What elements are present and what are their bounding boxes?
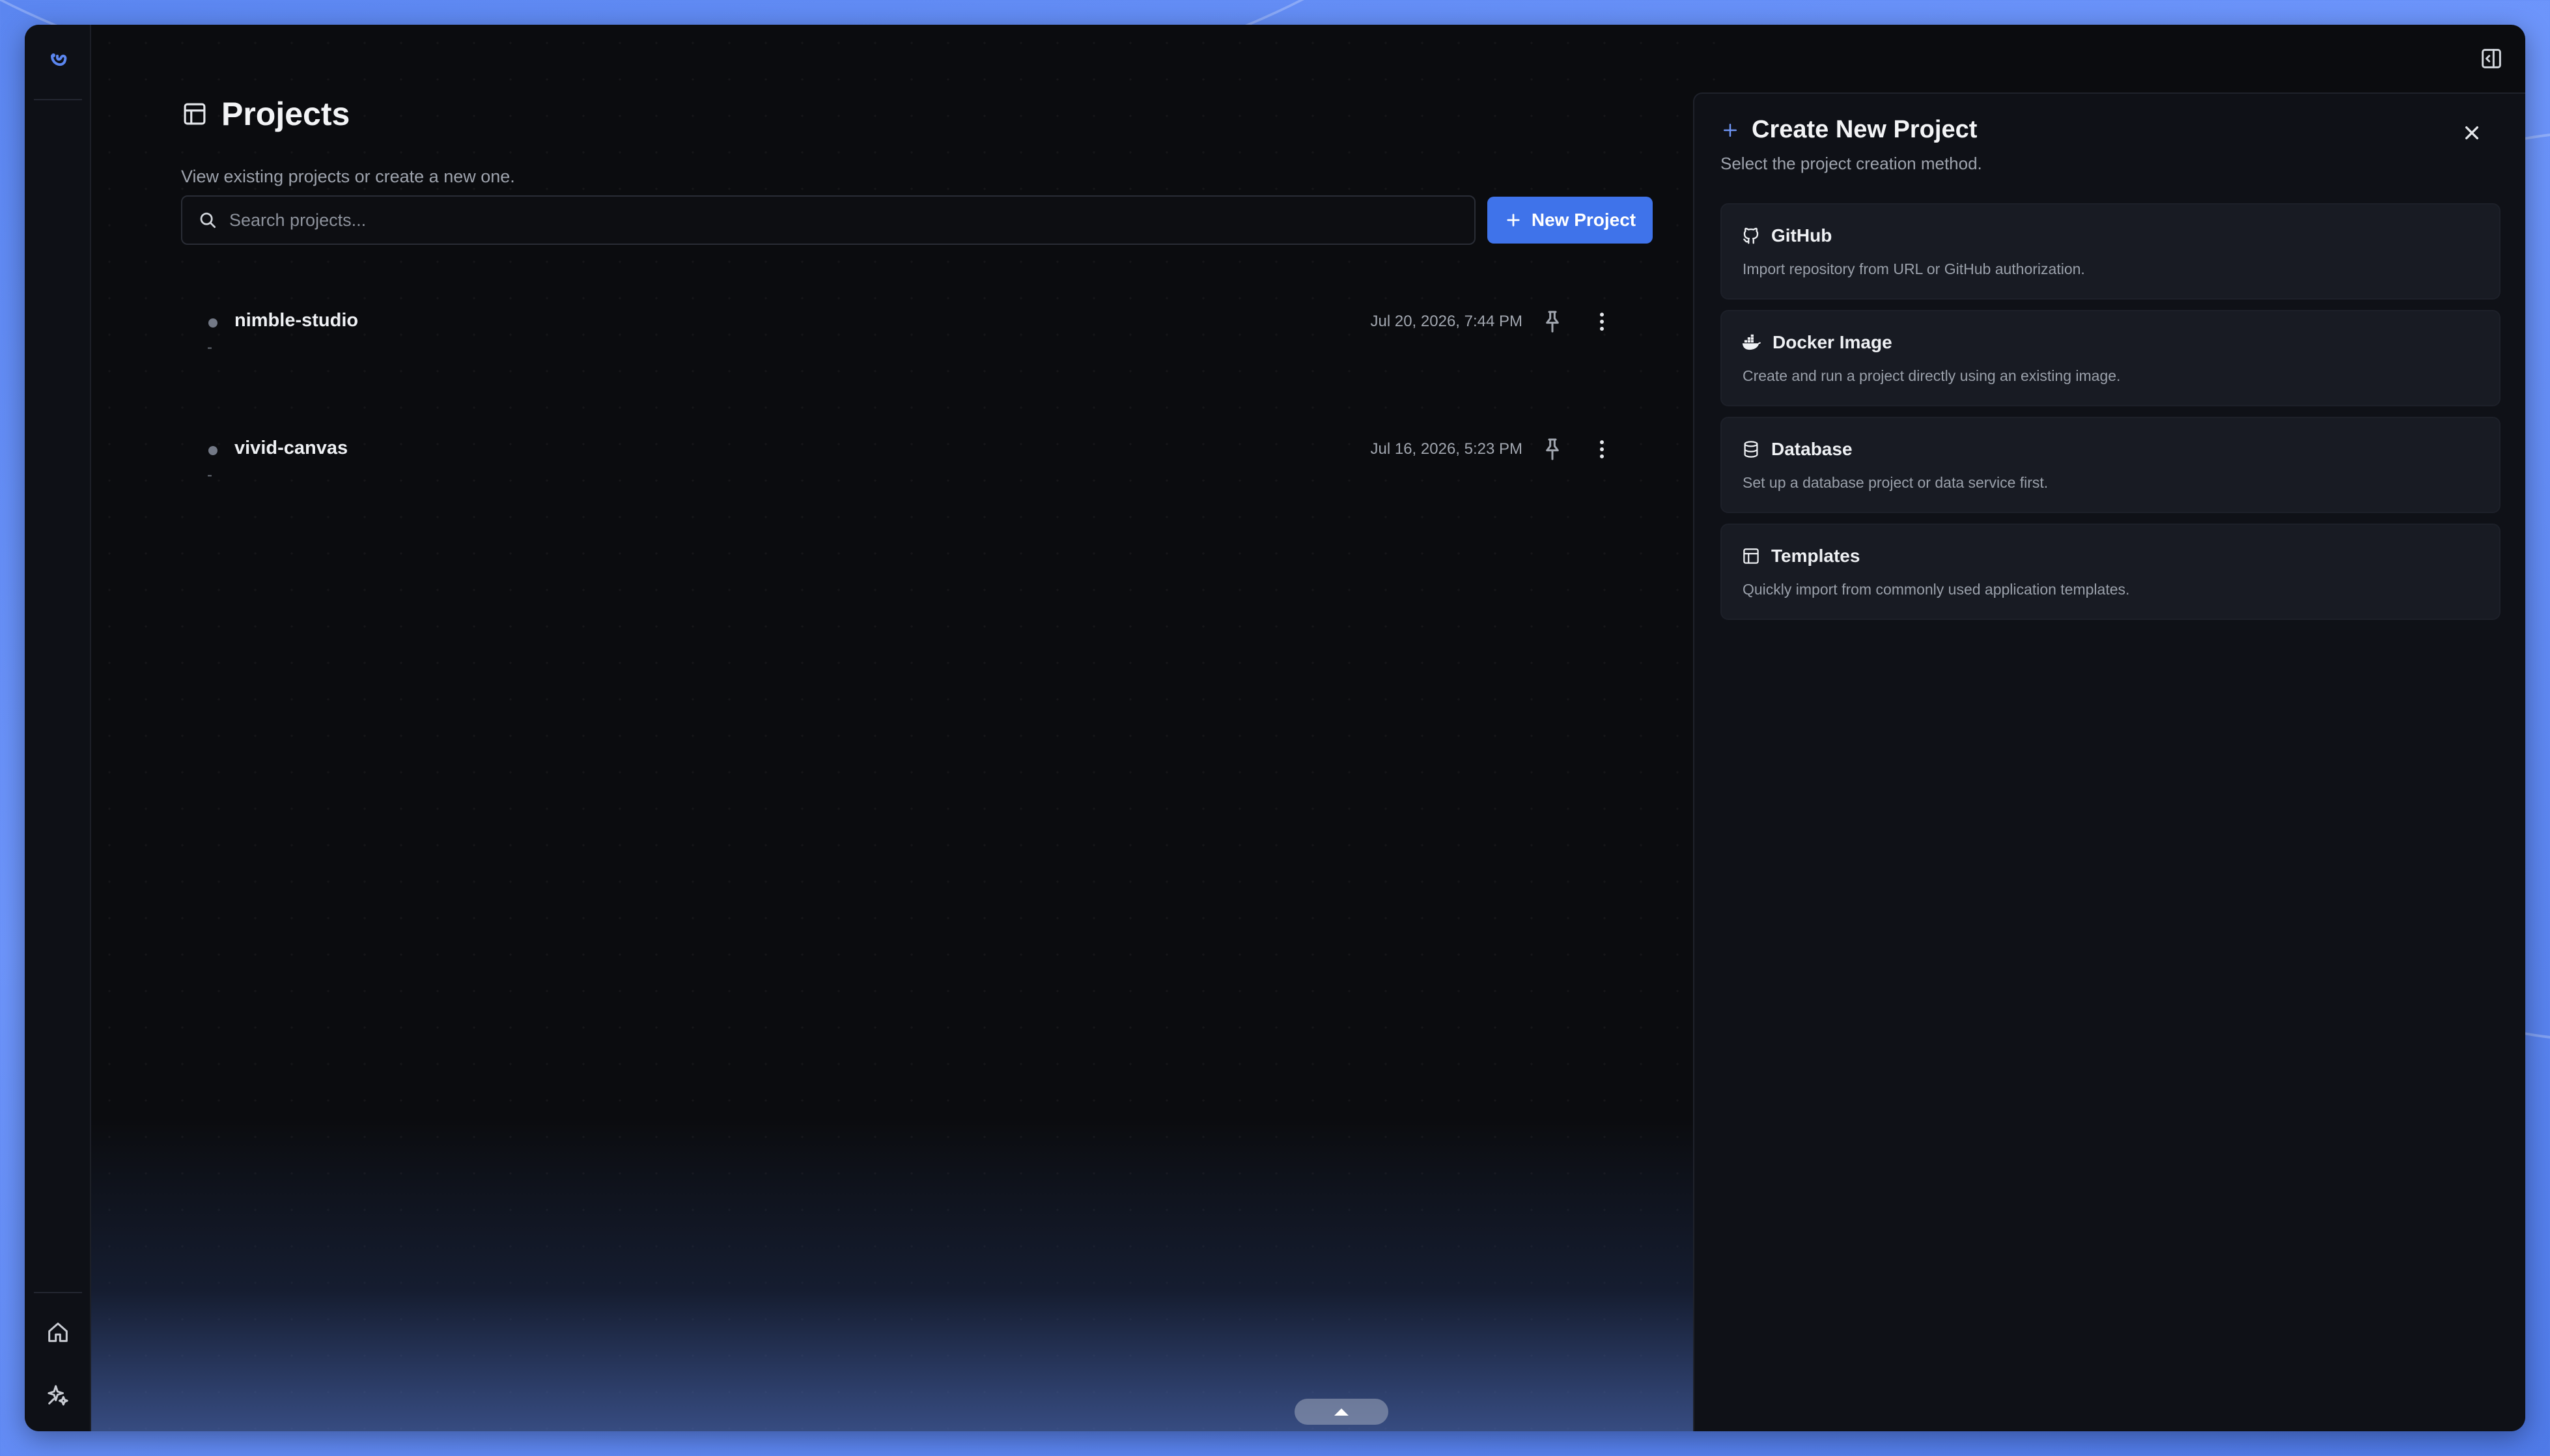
option-templates[interactable]: Templates Quickly import from commonly u… bbox=[1720, 524, 2501, 620]
database-icon bbox=[1741, 440, 1761, 459]
page-title: Projects bbox=[181, 95, 350, 133]
option-github[interactable]: GitHub Import repository from URL or Git… bbox=[1720, 203, 2501, 300]
toggle-panel-icon[interactable] bbox=[2478, 46, 2504, 72]
option-label: Templates bbox=[1771, 546, 1860, 566]
project-name[interactable]: nimble-studio bbox=[234, 310, 358, 331]
github-icon bbox=[1741, 226, 1761, 245]
chevron-up-icon bbox=[1333, 1407, 1350, 1417]
more-options-icon[interactable] bbox=[1589, 436, 1615, 462]
create-project-panel: Create New Project Select the project cr… bbox=[1693, 92, 2525, 1431]
sparkle-icon[interactable] bbox=[45, 1382, 71, 1408]
page-title-text: Projects bbox=[221, 96, 350, 132]
projects-main: Projects View existing projects or creat… bbox=[91, 25, 1718, 1431]
page-subtitle: View existing projects or create a new o… bbox=[181, 167, 515, 186]
pin-icon[interactable] bbox=[1539, 309, 1565, 335]
option-description: Create and run a project directly using … bbox=[1743, 367, 2121, 384]
plus-icon bbox=[1720, 120, 1740, 140]
status-dot bbox=[208, 446, 217, 455]
status-dot bbox=[208, 318, 217, 328]
app-window: Projects View existing projects or creat… bbox=[25, 25, 2525, 1431]
pin-icon[interactable] bbox=[1539, 436, 1565, 462]
docker-icon bbox=[1741, 333, 1762, 352]
search-input[interactable] bbox=[229, 210, 1474, 231]
template-icon bbox=[1741, 546, 1761, 566]
layout-icon bbox=[181, 100, 208, 128]
plus-icon bbox=[1504, 211, 1522, 229]
project-timestamp: Jul 20, 2026, 7:44 PM bbox=[1370, 313, 1522, 330]
search-icon bbox=[198, 210, 217, 230]
panel-title: Create New Project bbox=[1720, 116, 1977, 144]
option-description: Quickly import from commonly used applic… bbox=[1743, 581, 2130, 598]
project-row[interactable]: vivid-canvas - Jul 16, 2026, 5:23 PM bbox=[181, 423, 1653, 501]
logo-icon[interactable] bbox=[46, 48, 72, 74]
project-row[interactable]: nimble-studio - Jul 20, 2026, 7:44 PM bbox=[181, 296, 1653, 374]
project-description: - bbox=[207, 466, 212, 484]
new-project-button[interactable]: New Project bbox=[1487, 197, 1653, 244]
option-label: GitHub bbox=[1771, 225, 1832, 245]
project-description: - bbox=[207, 339, 212, 356]
option-label: Docker Image bbox=[1772, 332, 1892, 352]
rail-divider-bottom bbox=[34, 1292, 82, 1293]
project-timestamp: Jul 16, 2026, 5:23 PM bbox=[1370, 440, 1522, 458]
panel-title-text: Create New Project bbox=[1752, 116, 1978, 143]
close-icon[interactable] bbox=[2459, 120, 2485, 146]
new-project-label: New Project bbox=[1531, 210, 1636, 230]
rail-divider-top bbox=[34, 99, 82, 100]
option-docker-image[interactable]: Docker Image Create and run a project di… bbox=[1720, 310, 2501, 406]
more-options-icon[interactable] bbox=[1589, 309, 1615, 335]
project-name[interactable]: vivid-canvas bbox=[234, 438, 348, 459]
home-icon[interactable] bbox=[45, 1319, 71, 1345]
option-description: Import repository from URL or GitHub aut… bbox=[1743, 260, 2085, 277]
sidebar-rail bbox=[25, 25, 91, 1431]
drawer-handle[interactable] bbox=[1295, 1399, 1388, 1425]
option-label: Database bbox=[1771, 439, 1853, 459]
option-description: Set up a database project or data servic… bbox=[1743, 474, 2049, 491]
bottom-glow bbox=[91, 1119, 1718, 1431]
search-box[interactable] bbox=[181, 195, 1476, 245]
option-database[interactable]: Database Set up a database project or da… bbox=[1720, 417, 2501, 513]
panel-subtitle: Select the project creation method. bbox=[1720, 154, 1982, 173]
